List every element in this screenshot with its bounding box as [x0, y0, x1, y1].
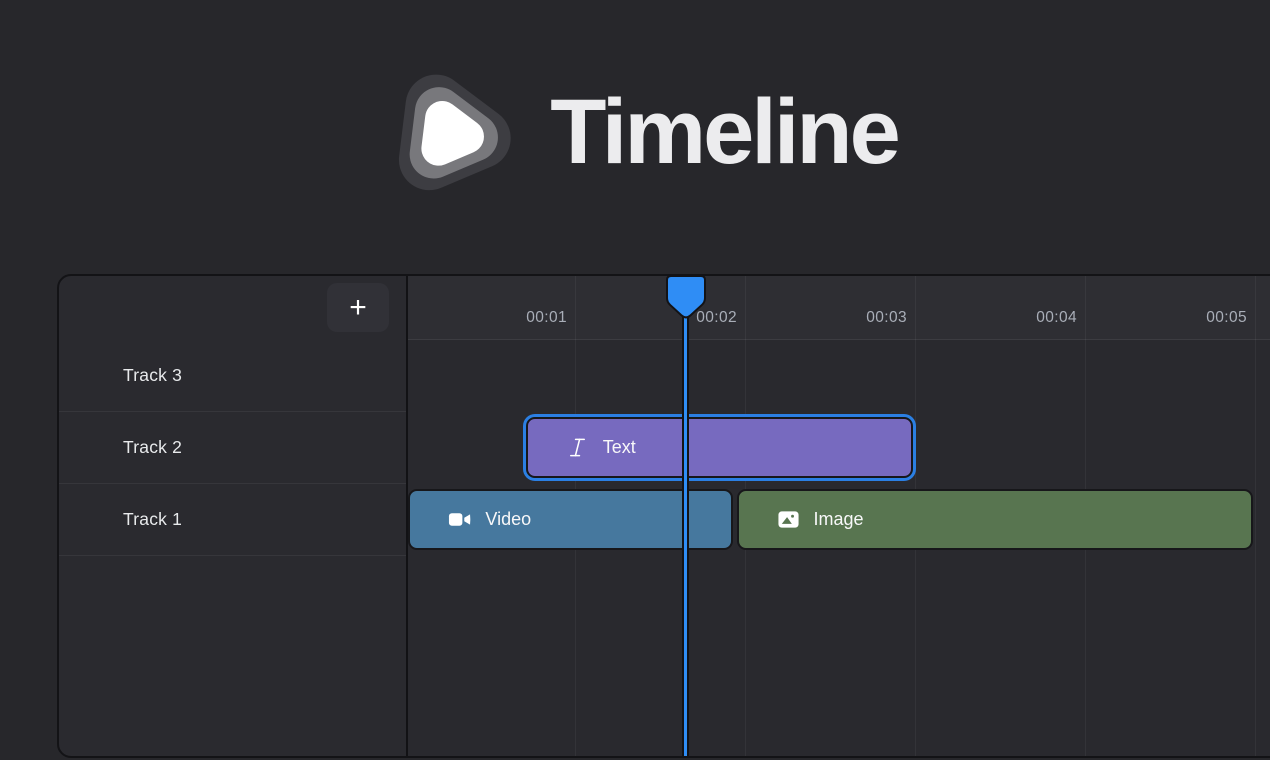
playhead-handle[interactable]	[666, 275, 706, 321]
gridline	[1255, 276, 1256, 756]
ruler-tick-label: 00:01	[487, 309, 567, 327]
track-row-track-1[interactable]: Track 1	[59, 484, 406, 556]
playhead-line	[682, 276, 689, 756]
time-ruler[interactable]	[408, 276, 1270, 340]
clip-image[interactable]: Image	[737, 489, 1254, 550]
text-italic-icon	[566, 436, 589, 459]
clip-text[interactable]: Text	[526, 417, 914, 478]
track-label: Track 1	[123, 509, 182, 530]
image-icon	[777, 508, 800, 531]
track-row-list: Track 3 Track 2 Track 1	[59, 340, 406, 556]
ruler-tick-label: 00:03	[827, 309, 907, 327]
ruler-tick-label: 00:05	[1167, 309, 1247, 327]
timeline-area[interactable]: 00:0100:0200:0300:0400:05 VideoImageText	[406, 276, 1270, 756]
play-logo-icon	[372, 62, 528, 207]
app-title: Timeline	[550, 86, 898, 184]
track-label: Track 3	[123, 365, 182, 386]
ruler-tick-label: 00:04	[997, 309, 1077, 327]
track-row-track-3[interactable]: Track 3	[59, 340, 406, 412]
track-sidebar: + Track 3 Track 2 Track 1	[59, 276, 406, 756]
sidebar-header: +	[59, 276, 406, 340]
clip-label: Text	[603, 437, 636, 458]
add-track-button[interactable]: +	[327, 283, 389, 332]
clip-label: Video	[485, 509, 531, 530]
timeline-panel: + Track 3Track 2Track 1 00:0100:0200:030…	[57, 274, 1270, 758]
brand-header: Timeline	[0, 62, 1270, 207]
clip-label: Image	[814, 509, 864, 530]
app-background: Timeline + Track 3 Track 2 Track 1 00:01 00…	[0, 0, 1270, 760]
track-row-track-2[interactable]: Track 2	[59, 412, 406, 484]
video-camera-icon	[448, 508, 471, 531]
track-label: Track 2	[123, 437, 182, 458]
